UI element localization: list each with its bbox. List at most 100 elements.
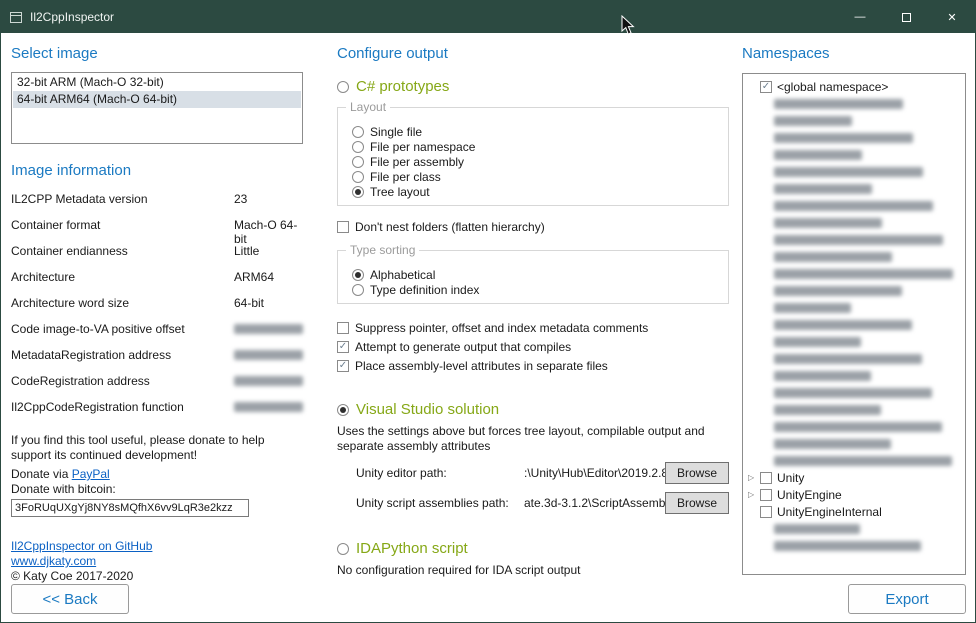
option-checkbox[interactable]: [337, 360, 349, 372]
browse-unity-editor-button[interactable]: Browse: [665, 462, 729, 484]
namespace-item[interactable]: ▷ Unity: [743, 469, 965, 486]
image-listbox[interactable]: 32-bit ARM (Mach-O 32-bit) 64-bit ARM64 …: [11, 72, 303, 144]
sorting-option[interactable]: Type definition index: [352, 282, 720, 297]
layout-radio[interactable]: [352, 156, 364, 168]
info-label: IL2CPP Metadata version: [11, 192, 234, 206]
namespace-item[interactable]: ▷: [743, 316, 965, 333]
namespace-item[interactable]: ▷: [743, 112, 965, 129]
redacted-namespace: [774, 524, 860, 534]
namespace-item[interactable]: ▷: [743, 367, 965, 384]
namespace-item[interactable]: ▷: [743, 350, 965, 367]
namespace-item[interactable]: ▷ UnityEngine: [743, 486, 965, 503]
option-checkbox[interactable]: [337, 322, 349, 334]
option-checkbox-row[interactable]: Suppress pointer, offset and index metad…: [337, 318, 732, 337]
content: Select image 32-bit ARM (Mach-O 32-bit) …: [1, 33, 975, 622]
layout-option[interactable]: Single file: [352, 124, 720, 139]
namespace-item[interactable]: ▷: [743, 214, 965, 231]
redacted-namespace: [774, 235, 943, 245]
website-link[interactable]: www.djkaty.com: [11, 554, 303, 569]
layout-radio[interactable]: [352, 141, 364, 153]
namespace-item[interactable]: ▷: [743, 129, 965, 146]
namespace-item[interactable]: ▷: [743, 333, 965, 350]
info-row: Architecture ARM64: [11, 270, 303, 296]
unity-assemblies-path-value: ate.3d-3.1.2\ScriptAssemblies: [524, 496, 665, 510]
info-row: Architecture word size 64-bit: [11, 296, 303, 322]
layout-option[interactable]: File per namespace: [352, 139, 720, 154]
sorting-radio[interactable]: [352, 284, 364, 296]
namespace-item[interactable]: ▷: [743, 452, 965, 469]
layout-option[interactable]: File per assembly: [352, 154, 720, 169]
namespace-item[interactable]: ▷ <global namespace>: [743, 78, 965, 95]
layout-radio[interactable]: [352, 126, 364, 138]
option-checkbox-row[interactable]: Attempt to generate output that compiles: [337, 337, 732, 356]
vs-radio[interactable]: [337, 404, 349, 416]
export-button[interactable]: Export: [848, 584, 966, 614]
browse-unity-assemblies-button[interactable]: Browse: [665, 492, 729, 514]
namespace-item[interactable]: ▷: [743, 401, 965, 418]
csharp-radio[interactable]: [337, 81, 349, 93]
option-checkbox[interactable]: [337, 341, 349, 353]
option-checkbox-row[interactable]: Place assembly-level attributes in separ…: [337, 356, 732, 375]
redacted-value: [234, 350, 303, 360]
redacted-namespace: [774, 371, 871, 381]
namespace-checkbox[interactable]: [760, 489, 772, 501]
image-list-item-label: 32-bit ARM (Mach-O 32-bit): [17, 75, 164, 89]
namespace-item[interactable]: ▷: [743, 265, 965, 282]
namespace-item[interactable]: ▷: [743, 537, 965, 554]
namespaces-tree[interactable]: ▷ <global namespace> ▷ ▷: [742, 73, 966, 575]
redacted-namespace: [774, 286, 902, 296]
layout-option-label: File per namespace: [370, 140, 475, 154]
namespace-item[interactable]: ▷: [743, 163, 965, 180]
paypal-link[interactable]: PayPal: [72, 467, 110, 481]
type-sorting-groupbox: Type sorting Alphabetical Type definitio…: [337, 250, 729, 304]
image-list-item[interactable]: 64-bit ARM64 (Mach-O 64-bit): [13, 91, 301, 108]
namespace-item[interactable]: ▷ UnityEngineInternal: [743, 503, 965, 520]
maximize-button[interactable]: [883, 1, 929, 33]
window-title: Il2CppInspector: [30, 10, 114, 24]
back-button[interactable]: << Back: [11, 584, 129, 614]
layout-radio[interactable]: [352, 171, 364, 183]
ida-radio[interactable]: [337, 543, 349, 555]
sorting-radio[interactable]: [352, 269, 364, 281]
bitcoin-address-input[interactable]: [11, 499, 249, 517]
layout-option[interactable]: File per class: [352, 169, 720, 184]
namespace-item[interactable]: ▷: [743, 418, 965, 435]
namespace-checkbox[interactable]: [760, 81, 772, 93]
namespace-item[interactable]: ▷: [743, 282, 965, 299]
close-button[interactable]: ✕: [929, 1, 975, 33]
namespace-item[interactable]: ▷: [743, 299, 965, 316]
sorting-option[interactable]: Alphabetical: [352, 267, 720, 282]
option-visual-studio-solution[interactable]: Visual Studio solution: [337, 401, 732, 418]
namespace-item[interactable]: ▷: [743, 146, 965, 163]
github-link[interactable]: Il2CppInspector on GitHub: [11, 539, 303, 554]
layout-option[interactable]: Tree layout: [352, 184, 720, 199]
ida-description: No configuration required for IDA script…: [337, 563, 732, 578]
namespace-checkbox[interactable]: [760, 472, 772, 484]
layout-radio[interactable]: [352, 186, 364, 198]
minimize-button[interactable]: —: [837, 1, 883, 33]
redacted-value: [234, 402, 303, 412]
option-csharp-prototypes[interactable]: C# prototypes: [337, 78, 732, 95]
sorting-options: Alphabetical Type definition index: [346, 267, 720, 297]
option-idapython-script[interactable]: IDAPython script: [337, 540, 732, 557]
namespace-item[interactable]: ▷: [743, 231, 965, 248]
redacted-namespace: [774, 337, 861, 347]
redacted-namespace: [774, 201, 933, 211]
info-value: ARM64: [234, 270, 274, 284]
namespace-item[interactable]: ▷: [743, 384, 965, 401]
namespace-item[interactable]: ▷: [743, 180, 965, 197]
namespace-item[interactable]: ▷: [743, 197, 965, 214]
namespace-item[interactable]: ▷: [743, 95, 965, 112]
image-list-item[interactable]: 32-bit ARM (Mach-O 32-bit): [13, 74, 301, 91]
output-option-checkboxes: Suppress pointer, offset and index metad…: [337, 318, 732, 375]
maximize-icon: [902, 13, 911, 22]
layout-group-label: Layout: [346, 100, 390, 114]
expander-icon[interactable]: ▷: [748, 490, 760, 499]
namespace-checkbox[interactable]: [760, 506, 772, 518]
expander-icon[interactable]: ▷: [748, 473, 760, 482]
namespace-item[interactable]: ▷: [743, 435, 965, 452]
namespace-item[interactable]: ▷: [743, 248, 965, 265]
flatten-checkbox-row[interactable]: Don't nest folders (flatten hierarchy): [337, 220, 732, 234]
flatten-checkbox[interactable]: [337, 221, 349, 233]
namespace-item[interactable]: ▷: [743, 520, 965, 537]
